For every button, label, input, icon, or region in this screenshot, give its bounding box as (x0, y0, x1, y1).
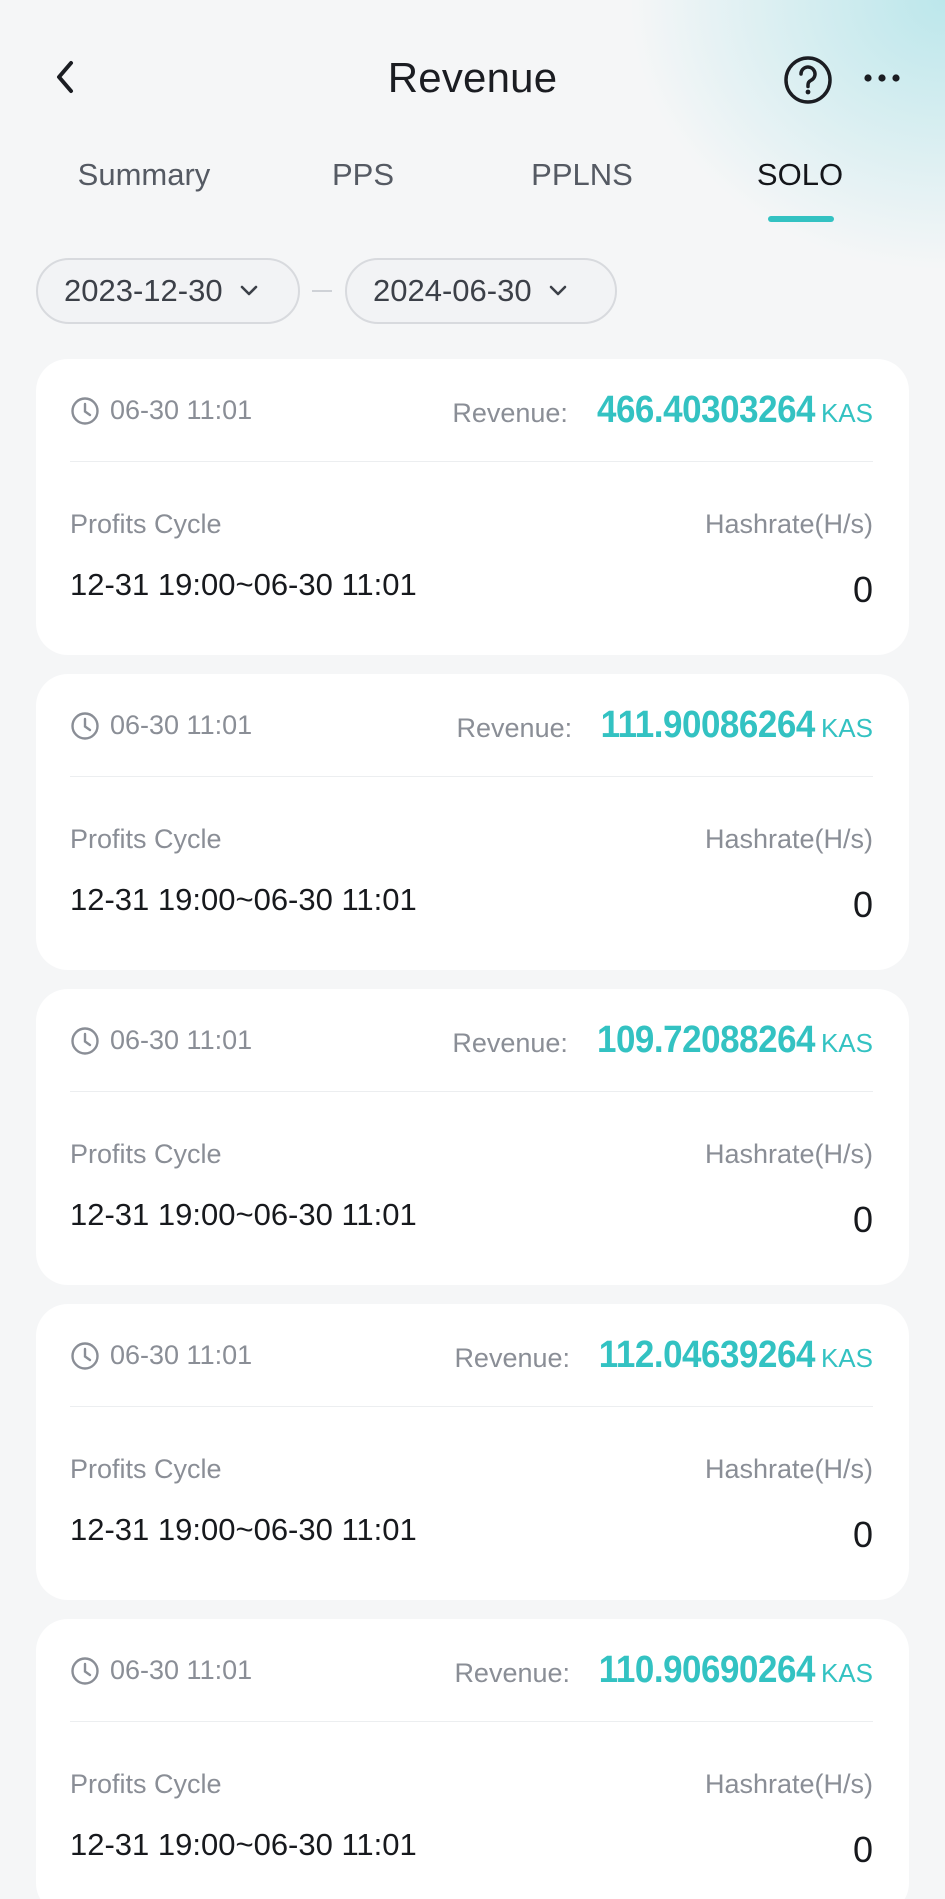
clock-icon (71, 396, 99, 425)
hashrate-value: 0 (852, 1829, 873, 1870)
clock-icon (71, 1656, 99, 1685)
end-date-value: 2024-06-30 (373, 273, 532, 308)
revenue-record-card[interactable]: 06-30 11:01 Revenue: 110.90690264 KAS Pr… (36, 1619, 909, 1899)
tab-solo[interactable]: SOLO (700, 150, 900, 224)
card-divider (70, 461, 873, 462)
revenue-amount: 109.72088264 (596, 1019, 816, 1061)
revenue-label: Revenue: (452, 1028, 568, 1058)
record-time-text: 06-30 11:01 (110, 395, 253, 425)
hashrate-value: 0 (852, 884, 873, 925)
date-range-separator (312, 290, 332, 292)
revenue-record-card[interactable]: 06-30 11:01 Revenue: 109.72088264 KAS Pr… (36, 989, 909, 1285)
record-time-text: 06-30 11:01 (110, 1340, 253, 1370)
tab-summary[interactable]: Summary (44, 150, 244, 224)
chevron-down-icon (548, 284, 568, 298)
card-divider (70, 776, 873, 777)
hashrate-label: Hashrate(H/s) (704, 1139, 873, 1169)
start-date-select[interactable]: 2023-12-30 (36, 258, 300, 324)
profits-cycle-value: 12-31 19:00~06-30 11:01 (70, 567, 417, 602)
active-tab-indicator (768, 216, 834, 222)
revenue-unit: KAS (820, 1028, 873, 1058)
profits-cycle-label: Profits Cycle (70, 1454, 222, 1484)
record-revenue: Revenue: 109.72088264 KAS (452, 1019, 873, 1062)
record-time: 06-30 11:01 (70, 395, 252, 426)
record-time: 06-30 11:01 (70, 1025, 252, 1056)
profits-cycle-label: Profits Cycle (70, 1769, 222, 1799)
profits-cycle-value: 12-31 19:00~06-30 11:01 (70, 1512, 417, 1547)
record-time: 06-30 11:01 (70, 710, 252, 741)
hashrate-label: Hashrate(H/s) (704, 1769, 873, 1799)
clock-icon (71, 1026, 99, 1055)
record-time-text: 06-30 11:01 (110, 1655, 253, 1685)
revenue-amount: 111.90086264 (600, 704, 816, 746)
revenue-amount: 112.04639264 (598, 1334, 816, 1376)
clock-icon (71, 1341, 99, 1370)
revenue-record-card[interactable]: 06-30 11:01 Revenue: 111.90086264 KAS Pr… (36, 674, 909, 970)
clock-icon (71, 711, 99, 740)
record-time-text: 06-30 11:01 (110, 710, 253, 740)
record-revenue: Revenue: 111.90086264 KAS (457, 704, 873, 747)
hashrate-value: 0 (852, 1199, 873, 1240)
revenue-unit: KAS (820, 713, 873, 743)
record-time: 06-30 11:01 (70, 1655, 252, 1686)
revenue-unit: KAS (820, 398, 873, 428)
tab-pplns[interactable]: PPLNS (482, 150, 682, 224)
revenue-unit: KAS (820, 1343, 873, 1373)
end-date-select[interactable]: 2024-06-30 (345, 258, 617, 324)
revenue-page: Revenue Summary PPS PPLNS SOLO 2023-12-3… (0, 0, 945, 1899)
revenue-amount: 466.40303264 (596, 389, 816, 431)
profits-cycle-value: 12-31 19:00~06-30 11:01 (70, 1197, 417, 1232)
record-time: 06-30 11:01 (70, 1340, 252, 1371)
question-circle-icon (784, 56, 832, 104)
card-divider (70, 1406, 873, 1407)
hashrate-label: Hashrate(H/s) (704, 824, 873, 854)
more-button[interactable] (858, 58, 906, 98)
card-divider (70, 1721, 873, 1722)
header: Revenue (0, 0, 945, 156)
revenue-label: Revenue: (452, 398, 568, 428)
revenue-amount: 110.90690264 (598, 1649, 816, 1691)
hashrate-value: 0 (852, 1514, 873, 1555)
ellipsis-icon (864, 74, 900, 82)
profits-cycle-label: Profits Cycle (70, 824, 222, 854)
profits-cycle-value: 12-31 19:00~06-30 11:01 (70, 1827, 417, 1862)
revenue-unit: KAS (820, 1658, 873, 1688)
chevron-down-icon (239, 284, 259, 298)
revenue-record-card[interactable]: 06-30 11:01 Revenue: 466.40303264 KAS Pr… (36, 359, 909, 655)
revenue-label: Revenue: (454, 1658, 571, 1688)
revenue-label: Revenue: (454, 1343, 571, 1373)
profits-cycle-label: Profits Cycle (70, 509, 222, 539)
profits-cycle-value: 12-31 19:00~06-30 11:01 (70, 882, 417, 917)
start-date-value: 2023-12-30 (64, 273, 223, 308)
hashrate-label: Hashrate(H/s) (704, 509, 873, 539)
record-revenue: Revenue: 110.90690264 KAS (454, 1649, 873, 1692)
card-divider (70, 1091, 873, 1092)
record-revenue: Revenue: 112.04639264 KAS (454, 1334, 873, 1377)
tab-pps[interactable]: PPS (263, 150, 463, 224)
revenue-label: Revenue: (456, 713, 573, 743)
help-button[interactable] (782, 54, 834, 106)
hashrate-value: 0 (852, 569, 873, 610)
revenue-record-card[interactable]: 06-30 11:01 Revenue: 112.04639264 KAS Pr… (36, 1304, 909, 1600)
record-revenue: Revenue: 466.40303264 KAS (452, 389, 873, 432)
hashrate-label: Hashrate(H/s) (704, 1454, 873, 1484)
record-time-text: 06-30 11:01 (110, 1025, 253, 1055)
profits-cycle-label: Profits Cycle (70, 1139, 222, 1169)
